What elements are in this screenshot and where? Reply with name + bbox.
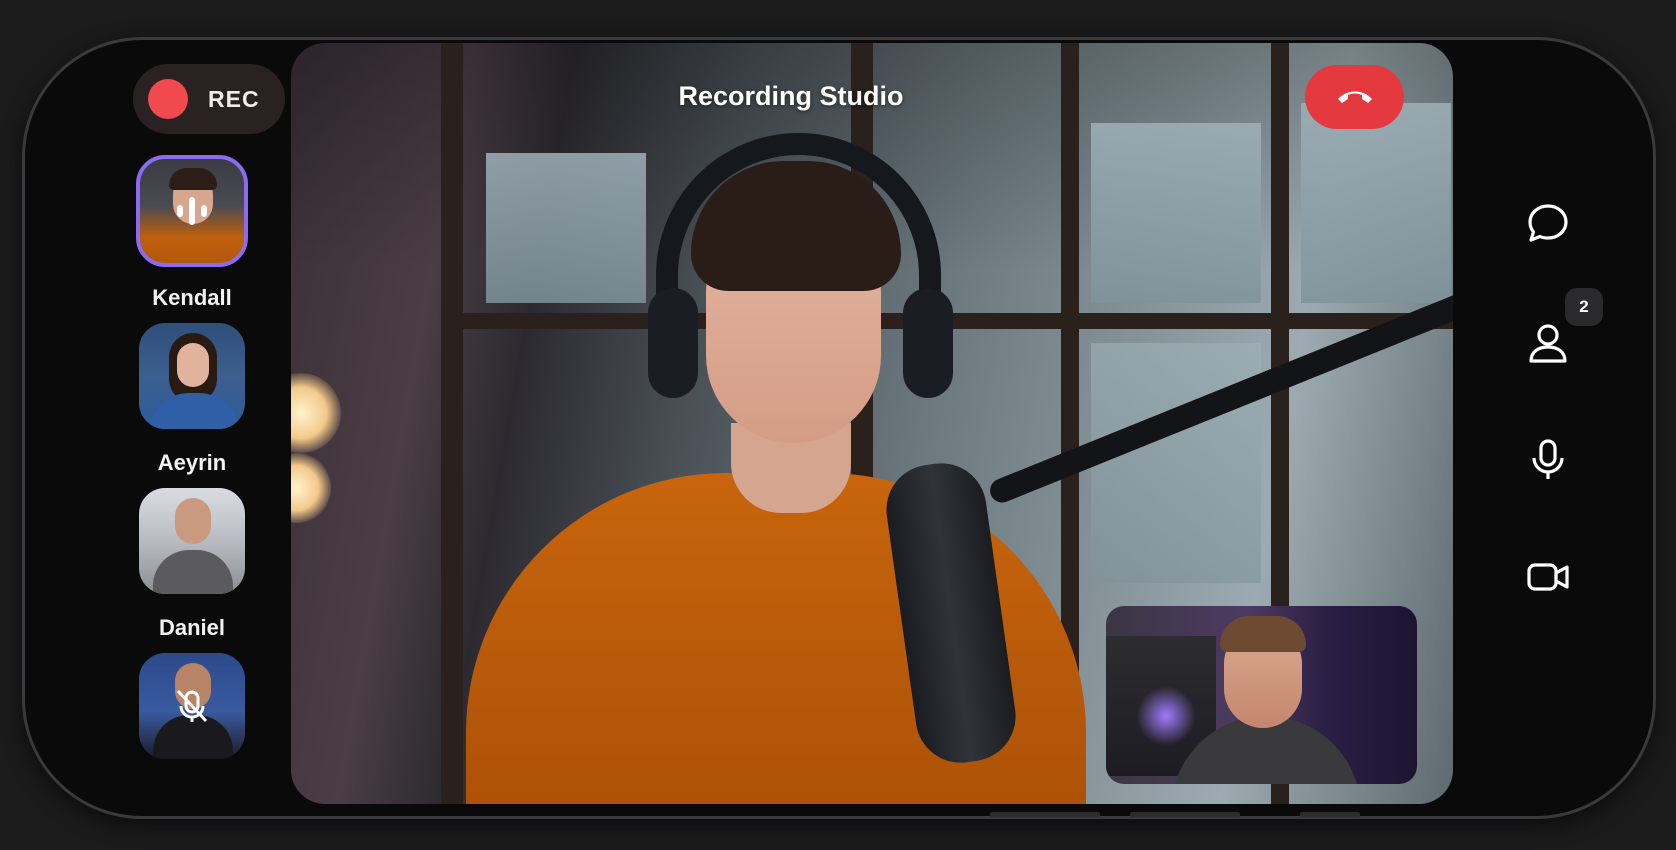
- record-button[interactable]: REC: [133, 64, 285, 134]
- avatar: [139, 488, 245, 594]
- chat-bubble-icon[interactable]: [1526, 202, 1570, 246]
- hardware-button: [990, 812, 1100, 817]
- pip-person-hair: [1220, 616, 1306, 652]
- microphone-icon[interactable]: [1526, 438, 1570, 482]
- speaking-icon: [177, 197, 207, 225]
- headphone-cup: [648, 288, 698, 398]
- lamp: [291, 453, 331, 523]
- end-call-button[interactable]: [1305, 65, 1404, 129]
- mic-off-icon: [176, 689, 208, 723]
- participant-name: Aeyrin: [157, 450, 227, 475]
- record-label: REC: [208, 85, 260, 112]
- avatar: [139, 323, 245, 429]
- participant-daniel[interactable]: Daniel: [137, 488, 247, 641]
- participant-name: Kendall: [152, 285, 232, 310]
- participant-name: Daniel: [158, 615, 226, 640]
- phone-frame: REC Kendall Aeyrin Daniel Recording Stud…: [22, 37, 1656, 819]
- page-title: Recording Studio: [678, 81, 904, 111]
- participant-kendall[interactable]: Kendall: [136, 155, 248, 311]
- window-pane: [1091, 123, 1261, 303]
- participant-muted[interactable]: [137, 653, 247, 759]
- hardware-button: [1300, 812, 1360, 817]
- record-dot-icon: [148, 79, 188, 119]
- main-video: Recording Studio: [291, 43, 1453, 804]
- headphone-cup: [903, 288, 953, 398]
- user-icon[interactable]: [1526, 321, 1570, 365]
- controls-rail: 2: [1473, 40, 1653, 816]
- phone-hangup-icon: [1337, 91, 1372, 103]
- video-camera-icon[interactable]: [1526, 555, 1570, 599]
- participants-rail: REC Kendall Aeyrin Daniel: [25, 40, 290, 816]
- window-frame: [441, 43, 463, 804]
- self-view-video[interactable]: [1106, 606, 1417, 784]
- hardware-button: [1130, 812, 1240, 817]
- avatar: [139, 653, 245, 759]
- window-pane: [1301, 103, 1451, 303]
- participants-count-badge: 2: [1565, 288, 1603, 326]
- headphones: [656, 133, 941, 383]
- pip-background: [1136, 686, 1196, 746]
- window-pane: [1091, 343, 1261, 583]
- window-pane: [486, 153, 646, 303]
- avatar: [136, 155, 248, 267]
- participant-aeyrin[interactable]: Aeyrin: [137, 323, 247, 476]
- lamp: [291, 373, 341, 453]
